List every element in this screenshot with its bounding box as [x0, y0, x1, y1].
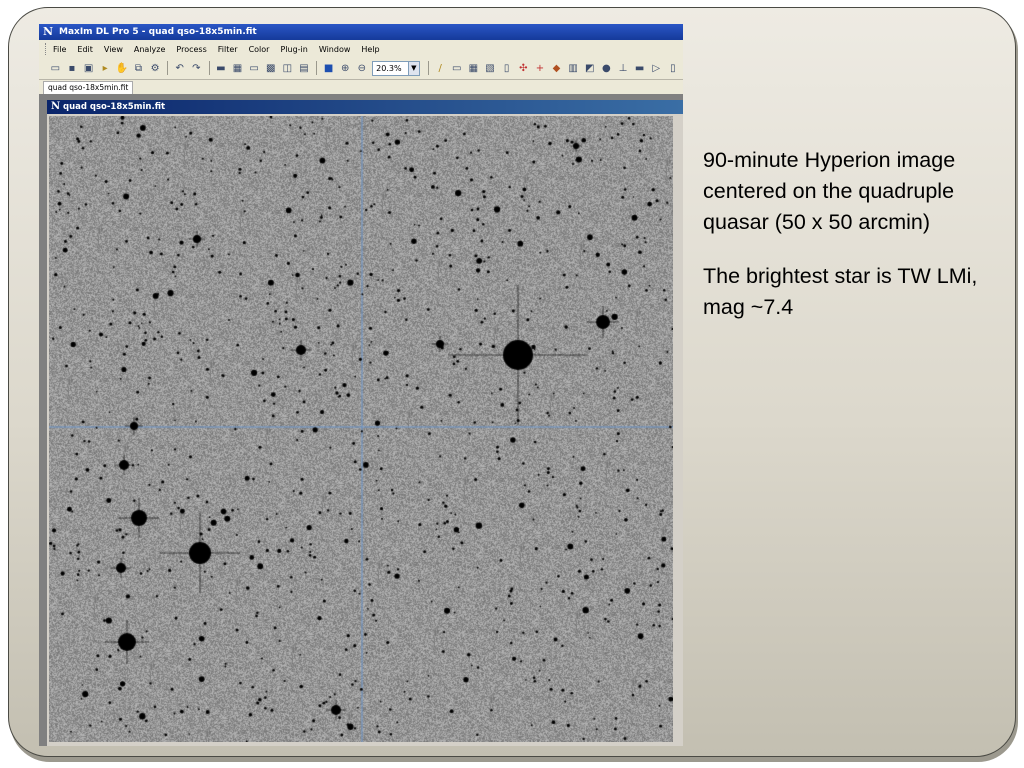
pencil-icon[interactable]: / [434, 62, 447, 75]
toolbar-separator [167, 61, 169, 75]
toolbar-separator [427, 61, 429, 75]
tile-icon[interactable]: ▤ [298, 62, 311, 75]
menu-help[interactable]: Help [361, 45, 379, 54]
app-titlebar[interactable]: N MaxIm DL Pro 5 - quad qso-18x5min.fit [39, 24, 683, 40]
app-logo-icon: N [43, 25, 54, 38]
mdi-workspace: N quad qso-18x5min.fit [39, 94, 683, 746]
chevron-down-icon[interactable]: ▼ [407, 61, 419, 75]
camera-icon[interactable]: ◫ [281, 62, 294, 75]
zoom-in-icon[interactable]: ⊕ [339, 62, 352, 75]
menu-color[interactable]: Color [249, 45, 270, 54]
image-window: N quad qso-18x5min.fit [47, 100, 683, 746]
redo-icon[interactable]: ↷ [190, 62, 203, 75]
menu-filter[interactable]: Filter [218, 45, 238, 54]
film-icon[interactable]: ▥ [567, 62, 580, 75]
undo-icon[interactable]: ↶ [173, 62, 186, 75]
image-icon[interactable]: ▬ [215, 62, 228, 75]
run-icon[interactable]: ▸ [99, 62, 112, 75]
save-icon[interactable]: ▪ [66, 62, 79, 75]
caption-panel: 90-minute Hyperion image centered on the… [703, 145, 1003, 346]
toolbar-separator [208, 61, 210, 75]
tab-quad-qso[interactable]: quad qso-18x5min.fit [43, 81, 134, 94]
copy-icon[interactable]: ⧉ [132, 62, 145, 75]
app-title: MaxIm DL Pro 5 - quad qso-18x5min.fit [59, 27, 257, 37]
settings-icon[interactable]: ⚙ [149, 62, 162, 75]
menu-window[interactable]: Window [319, 45, 351, 54]
export-icon[interactable]: ▷ [650, 62, 663, 75]
caption-paragraph-2: The brightest star is TW LMi, mag ~7.4 [703, 264, 978, 319]
caption-paragraph-1: 90-minute Hyperion image centered on the… [703, 148, 956, 234]
menu-plugin[interactable]: Plug-in [280, 45, 307, 54]
line-icon[interactable]: ▬ [633, 62, 646, 75]
magic-icon[interactable]: ◆ [550, 62, 563, 75]
menu-edit[interactable]: Edit [77, 45, 93, 54]
zoom-select[interactable]: 20.3% ▼ [372, 60, 420, 76]
menu-process[interactable]: Process [176, 45, 206, 54]
graph-icon[interactable]: ▭ [450, 62, 463, 75]
crosshair-icon[interactable]: + [534, 62, 547, 75]
pages-icon[interactable]: ▯ [500, 62, 513, 75]
open-icon[interactable]: ▭ [49, 62, 62, 75]
image-window-titlebar[interactable]: N quad qso-18x5min.fit [47, 100, 683, 114]
image-window-title: quad qso-18x5min.fit [63, 102, 166, 112]
layers-icon[interactable]: ▧ [484, 62, 497, 75]
menu-grip-icon [45, 43, 48, 55]
star-icon[interactable]: ✣ [517, 62, 530, 75]
blob-icon[interactable]: ● [600, 62, 613, 75]
menu-analyze[interactable]: Analyze [134, 45, 166, 54]
stack-icon[interactable]: ▩ [264, 62, 277, 75]
menu-file[interactable]: File [53, 45, 66, 54]
screen-icon[interactable]: ▦ [231, 62, 244, 75]
toolbar: ▭ ▪ ▣ ▸ ✋ ⧉ ⚙ ↶ ↷ ▬ ▦ ▭ ▩ ◫ ▤ ■ ⊕ ⊖ 20.3… [39, 59, 683, 77]
star-field-image[interactable] [49, 116, 673, 742]
toolbar-separator [316, 61, 318, 75]
scale-icon[interactable]: ⊥ [617, 62, 630, 75]
document-tab-bar: quad qso-18x5min.fit [39, 79, 683, 94]
hand-icon[interactable]: ✋ [116, 62, 129, 75]
more-icon[interactable]: ▯ [667, 62, 680, 75]
menu-bar: File Edit View Analyze Process Filter Co… [39, 41, 683, 57]
fit-icon[interactable]: ■ [322, 62, 335, 75]
maxim-dl-window: N MaxIm DL Pro 5 - quad qso-18x5min.fit … [39, 24, 683, 746]
zoom-value: 20.3% [376, 63, 402, 73]
save-all-icon[interactable]: ▣ [82, 62, 95, 75]
image-window-logo-icon: N [51, 101, 61, 112]
window-icon[interactable]: ▭ [248, 62, 261, 75]
tools-icon[interactable]: ▦ [467, 62, 480, 75]
slide-frame: N MaxIm DL Pro 5 - quad qso-18x5min.fit … [8, 7, 1016, 757]
zoom-out-icon[interactable]: ⊖ [356, 62, 369, 75]
edit-icon[interactable]: ◩ [583, 62, 596, 75]
menu-view[interactable]: View [104, 45, 123, 54]
